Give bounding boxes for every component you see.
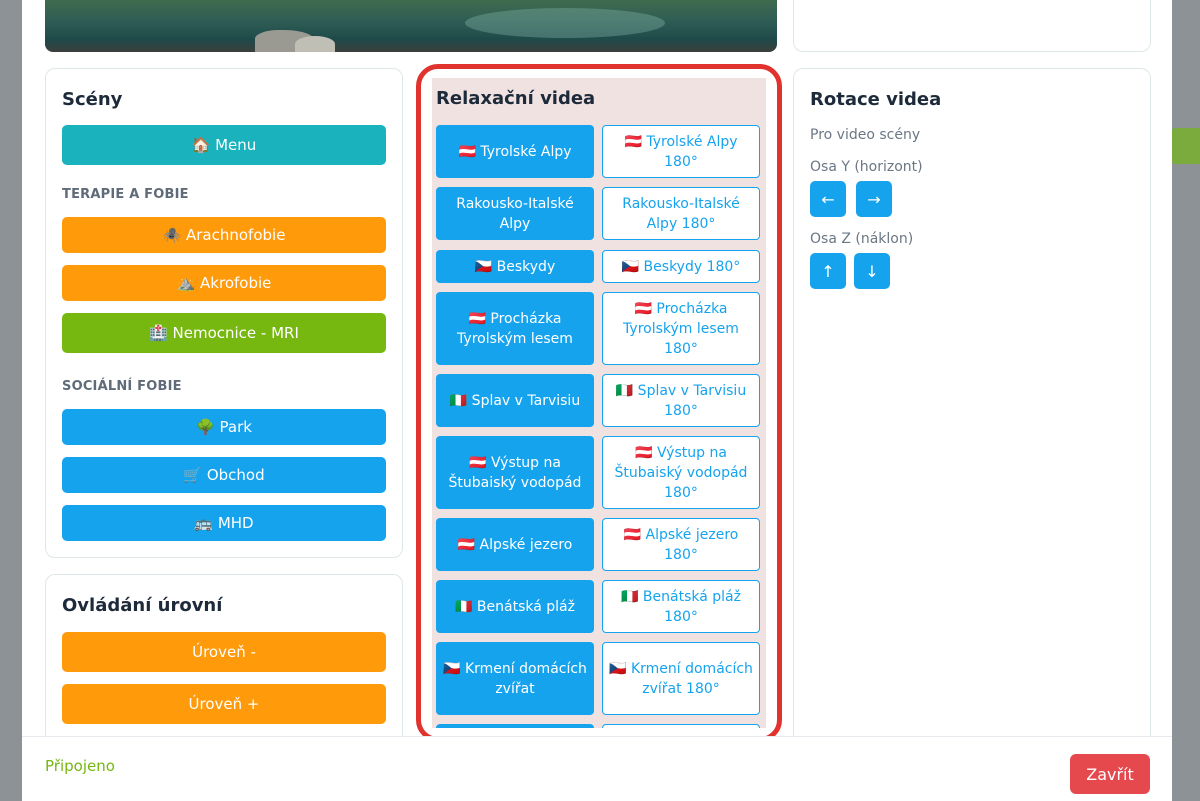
- acrophobia-button[interactable]: ⛰️ Akrofobie: [62, 265, 386, 301]
- tilt-down-button[interactable]: ↓: [854, 253, 890, 289]
- park-button[interactable]: 🌳 Park: [62, 409, 386, 445]
- scene-preview-image: [45, 0, 777, 52]
- highlight-frame: [416, 64, 782, 742]
- shop-button[interactable]: 🛒 Obchod: [62, 457, 386, 493]
- axis-z-label: Osa Z (náklon): [810, 231, 914, 247]
- social-section-label: SOCIÁLNÍ FOBIE: [62, 379, 182, 394]
- modal-dialog: Scény 🏠 Menu TERAPIE A FOBIE 🕷️ Arachnof…: [22, 0, 1172, 801]
- level-up-button[interactable]: Úroveň +: [62, 684, 386, 724]
- video-rotation-card: Rotace videa Pro video scény Osa Y (hori…: [793, 68, 1151, 778]
- level-down-button[interactable]: Úroveň -: [62, 632, 386, 672]
- axis-y-label: Osa Y (horizont): [810, 159, 923, 175]
- rotate-right-button[interactable]: →: [856, 181, 892, 217]
- hospital-mri-button[interactable]: 🏥 Nemocnice - MRI: [62, 313, 386, 353]
- scenes-card: Scény 🏠 Menu TERAPIE A FOBIE 🕷️ Arachnof…: [45, 68, 403, 558]
- scenes-title: Scény: [62, 89, 123, 110]
- background-button-edge: [1170, 128, 1200, 164]
- public-transport-button[interactable]: 🚌 MHD: [62, 505, 386, 541]
- rotate-left-button[interactable]: ←: [810, 181, 846, 217]
- menu-button[interactable]: 🏠 Menu: [62, 125, 386, 165]
- video-rotation-subtitle: Pro video scény: [810, 127, 921, 143]
- close-button[interactable]: Zavřít: [1070, 754, 1150, 794]
- therapy-section-label: TERAPIE A FOBIE: [62, 187, 189, 202]
- connection-status: Připojeno: [45, 757, 115, 775]
- tilt-up-button[interactable]: ↑: [810, 253, 846, 289]
- preview-side-card: [793, 0, 1151, 52]
- video-rotation-title: Rotace videa: [810, 89, 942, 110]
- modal-footer: Připojeno Zavřít: [22, 736, 1172, 801]
- level-control-title: Ovládání úrovní: [62, 595, 223, 616]
- arachnophobia-button[interactable]: 🕷️ Arachnofobie: [62, 217, 386, 253]
